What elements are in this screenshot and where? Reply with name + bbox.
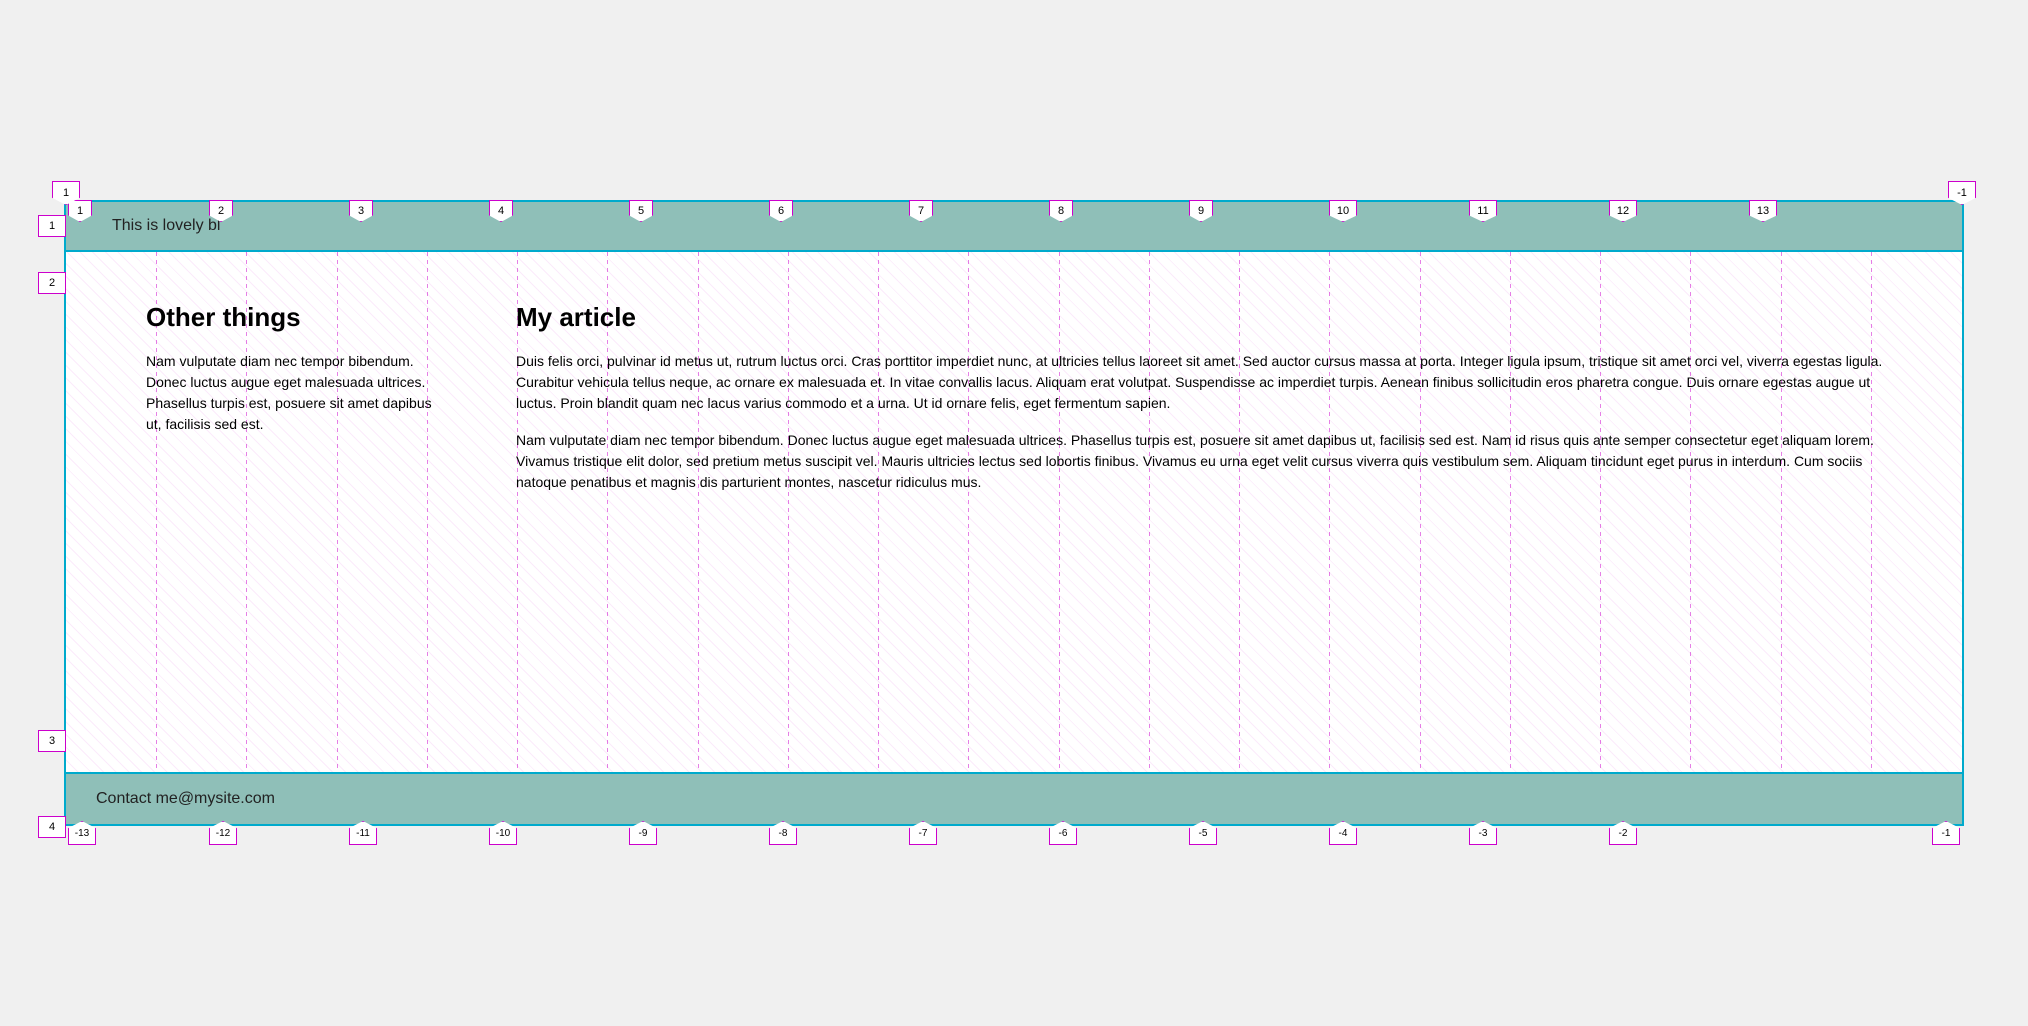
col-marker-top-4: 4 — [489, 200, 513, 222]
sidebar-column: Other things Nam vulputate diam nec temp… — [146, 302, 476, 509]
col-marker-bottom-1neg: -1 — [1932, 821, 1960, 845]
sidebar-body: Nam vulputate diam nec tempor bibendum. … — [146, 351, 436, 435]
col-marker-top-5: 5 — [629, 200, 653, 222]
footer-text: Contact me@mysite.com — [82, 790, 275, 808]
col-marker-bottom-6neg: -6 — [1049, 821, 1077, 845]
article-heading: My article — [516, 302, 1902, 333]
content-area: Other things Nam vulputate diam nec temp… — [66, 252, 1962, 772]
col-marker-bottom-13neg: -13 — [68, 821, 96, 845]
footer-bar: Contact me@mysite.com — [66, 772, 1962, 824]
col-marker-top-10: 10 — [1329, 200, 1357, 222]
row-marker-4: 4 — [38, 816, 66, 838]
col-marker-bottom-2neg: -2 — [1609, 821, 1637, 845]
col-marker-top-11: 11 — [1469, 200, 1497, 222]
col-marker-bottom-7neg: -7 — [909, 821, 937, 845]
col-marker-top-13: 13 — [1749, 200, 1777, 222]
col-marker-top-12: 12 — [1609, 200, 1637, 222]
page-layout: 1 -1 1 1 2 3 4 5 6 7 8 9 — [64, 200, 1964, 826]
header-text: This is lovely bl — [82, 217, 220, 235]
row-marker-2: 2 — [38, 272, 66, 294]
col-marker-bottom-9neg: -9 — [629, 821, 657, 845]
sidebar-heading: Other things — [146, 302, 436, 333]
col-marker-bottom-10neg: -10 — [489, 821, 517, 845]
main-column: My article Duis felis orci, pulvinar id … — [476, 302, 1902, 509]
col-marker-bottom-12neg: -12 — [209, 821, 237, 845]
col-marker-bottom-8neg: -8 — [769, 821, 797, 845]
article-para-2: Nam vulputate diam nec tempor bibendum. … — [516, 430, 1902, 493]
row-marker-1: 1 — [38, 215, 66, 237]
col-marker-bottom-5neg: -5 — [1189, 821, 1217, 845]
col-marker-bottom-3neg: -3 — [1469, 821, 1497, 845]
content-columns: Other things Nam vulputate diam nec temp… — [66, 282, 1962, 529]
col-marker-top-9: 9 — [1189, 200, 1213, 222]
col-marker-bottom-4neg: -4 — [1329, 821, 1357, 845]
row-marker-3: 3 — [38, 730, 66, 752]
col-marker-top-6: 6 — [769, 200, 793, 222]
col-marker-top-8: 8 — [1049, 200, 1073, 222]
article-para-1: Duis felis orci, pulvinar id metus ut, r… — [516, 351, 1902, 414]
col-marker-top-7: 7 — [909, 200, 933, 222]
col-marker-bottom-11neg: -11 — [349, 821, 377, 845]
col-marker-top-3: 3 — [349, 200, 373, 222]
header-bar: 1 1 2 3 4 5 6 7 8 9 10 11 12 13 — [66, 202, 1962, 252]
